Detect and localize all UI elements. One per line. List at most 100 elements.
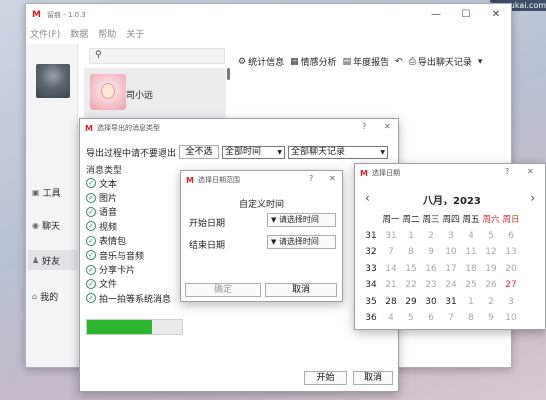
start-date-picker[interactable]: ▼ 请选择时间 <box>267 213 336 227</box>
calendar-day[interactable]: 10 <box>501 313 521 323</box>
list-item[interactable]: 司小远 <box>84 68 226 118</box>
calendar-day[interactable]: 5 <box>481 231 501 241</box>
calendar-day[interactable]: 6 <box>421 313 441 323</box>
calendar-day[interactable]: 18 <box>461 264 481 274</box>
calendar-day[interactable]: 29 <box>401 297 421 307</box>
avatar[interactable] <box>36 64 70 98</box>
sidebar: ▣ 工具 ◉ 聊天 ♟ 好友 ⌂ 我的 <box>26 44 78 367</box>
calendar-week-row: 34 21 22 23 24 25 26 27 <box>361 277 541 294</box>
menu-help[interactable]: 帮助 <box>98 27 116 40</box>
sidebar-item-tools[interactable]: ▣ 工具 <box>32 186 61 199</box>
next-month-button[interactable]: › <box>530 191 535 205</box>
calendar-day[interactable]: 20 <box>501 264 521 274</box>
calendar-day[interactable]: 13 <box>501 247 521 257</box>
type-checkbox[interactable]: ✓ 音乐与音频 <box>86 248 171 262</box>
time-range-value: 全部时间 <box>225 146 262 157</box>
calendar-day[interactable]: 15 <box>401 264 421 274</box>
calendar-day[interactable]: 31 <box>441 297 461 307</box>
record-range-select[interactable]: 全部聊天记录 ▼ <box>288 145 389 159</box>
calendar-day[interactable]: 4 <box>461 231 481 241</box>
start-button[interactable]: 开始 <box>304 371 347 385</box>
month-label[interactable]: 八月，2023 <box>423 192 481 207</box>
calendar-day[interactable]: 7 <box>441 313 461 323</box>
cancel-button[interactable]: 取消 <box>265 283 337 297</box>
calendar-day[interactable]: 1 <box>461 297 481 307</box>
calendar-day[interactable]: 9 <box>481 313 501 323</box>
calendar-day[interactable]: 26 <box>481 280 501 290</box>
sidebar-item-chat[interactable]: ◉ 聊天 <box>32 219 60 232</box>
calendar-day[interactable]: 2 <box>481 297 501 307</box>
deselect-all-button[interactable]: 全不选 <box>179 145 220 159</box>
menu-bar: 文件(F) 数据 帮助 关于 <box>30 27 144 40</box>
weekday-label: 周三 <box>422 215 440 226</box>
search-input[interactable]: ⚲ <box>89 48 225 64</box>
ok-button[interactable]: 确定 <box>185 283 261 297</box>
type-checkbox[interactable]: ✓ 表情包 <box>86 234 171 248</box>
stats-icon: ⚙ <box>238 56 247 67</box>
check-circle-icon: ✓ <box>86 206 96 217</box>
calendar-day[interactable]: 23 <box>421 280 441 290</box>
type-checkbox[interactable]: ✓ 文本 <box>86 176 171 190</box>
type-checkbox[interactable]: ✓ 文件 <box>86 277 171 291</box>
calendar-day[interactable]: 25 <box>461 280 481 290</box>
type-checkbox[interactable]: ✓ 视频 <box>86 219 171 233</box>
calendar-day[interactable]: 9 <box>421 247 441 257</box>
sidebar-item-friends[interactable]: ♟ 好友 <box>28 250 77 270</box>
end-date-picker[interactable]: ▼ 请选择时间 <box>267 235 336 249</box>
calendar-day[interactable]: 14 <box>381 264 401 274</box>
calendar-day[interactable]: 8 <box>461 313 481 323</box>
menu-data[interactable]: 数据 <box>70 27 88 40</box>
type-checkbox[interactable]: ✓ 拍一拍等系统消息 <box>86 291 171 305</box>
report-button[interactable]: ▤ 年度报告 <box>343 55 390 69</box>
calendar-day[interactable]: 17 <box>441 264 461 274</box>
time-range-select[interactable]: 全部时间 ▼ <box>222 145 286 159</box>
type-checkbox[interactable]: ✓ 图片 <box>86 190 171 204</box>
menu-file[interactable]: 文件(F) <box>30 27 60 40</box>
calendar-day[interactable]: 1 <box>401 231 421 241</box>
sidebar-item-mine[interactable]: ⌂ 我的 <box>32 290 58 303</box>
calendar-day[interactable]: 12 <box>481 247 501 257</box>
type-checkbox[interactable]: ✓ 分享卡片 <box>86 262 171 276</box>
calendar-day[interactable]: 22 <box>401 280 421 290</box>
calendar-day[interactable]: 19 <box>481 264 501 274</box>
calendar-day[interactable]: 11 <box>461 247 481 257</box>
help-button[interactable]: ? <box>309 174 313 183</box>
type-label: 视频 <box>99 222 118 233</box>
calendar-day[interactable]: 24 <box>441 280 461 290</box>
type-checkbox[interactable]: ✓ 语音 <box>86 205 171 219</box>
calendar-day[interactable]: 2 <box>421 231 441 241</box>
maximize-button[interactable]: ☐ <box>451 4 481 26</box>
stats-button[interactable]: ⚙ 统计信息 <box>238 55 284 69</box>
calendar-day[interactable]: 28 <box>381 297 401 307</box>
cancel-button[interactable]: 取消 <box>353 371 393 385</box>
close-button[interactable]: ✕ <box>329 174 336 183</box>
calendar-day[interactable]: 4 <box>381 313 401 323</box>
chevron-down-icon: ▾ <box>477 56 483 67</box>
emotion-button[interactable]: ▦ 情感分析 <box>290 55 337 69</box>
calendar-day[interactable]: 3 <box>501 297 521 307</box>
close-button[interactable]: ✕ <box>527 167 534 176</box>
close-button[interactable]: ✕ <box>384 122 391 131</box>
menu-about[interactable]: 关于 <box>126 27 144 40</box>
help-button[interactable]: ? <box>505 167 509 176</box>
prev-month-button[interactable]: ‹ <box>365 191 370 205</box>
calendar-day[interactable]: 3 <box>441 231 461 241</box>
calendar-day[interactable]: 6 <box>501 231 521 241</box>
minimize-button[interactable]: — <box>421 4 451 26</box>
scrollbar[interactable] <box>227 68 230 80</box>
calendar-day[interactable]: 21 <box>381 280 401 290</box>
calendar-day[interactable]: 8 <box>401 247 421 257</box>
back-button[interactable]: ↶ <box>395 57 403 67</box>
more-button[interactable]: ▾ <box>478 57 483 67</box>
calendar-day[interactable]: 16 <box>421 264 441 274</box>
calendar-day[interactable]: 30 <box>421 297 441 307</box>
calendar-day[interactable]: 7 <box>381 247 401 257</box>
calendar-day[interactable]: 27 <box>501 280 521 290</box>
caret-down-icon: ▼ <box>271 238 277 246</box>
calendar-day[interactable]: 5 <box>401 313 421 323</box>
close-button[interactable]: ✕ <box>481 4 511 26</box>
calendar-day[interactable]: 10 <box>441 247 461 257</box>
help-button[interactable]: ? <box>362 122 366 131</box>
export-button[interactable]: ⎙ 导出聊天记录 <box>409 55 472 69</box>
calendar-day[interactable]: 31 <box>381 231 401 241</box>
